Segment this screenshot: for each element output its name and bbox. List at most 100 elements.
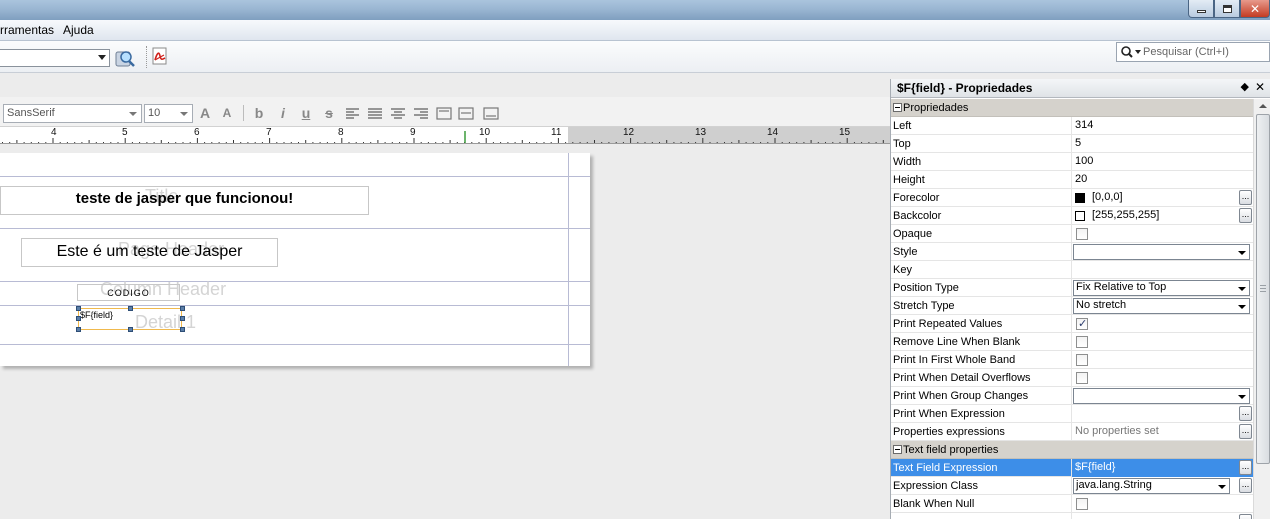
property-value-cell[interactable] [1071,261,1253,279]
property-dropdown[interactable] [1073,244,1250,260]
property-value-cell[interactable]: 314 [1071,117,1253,135]
property-row[interactable]: Remove Line When Blank [891,333,1253,351]
ellipsis-button[interactable]: ... [1239,514,1252,519]
scrollbar-thumb[interactable] [1256,114,1270,464]
resize-handle[interactable] [76,316,81,321]
property-row[interactable]: Left 314 [891,117,1253,135]
property-row[interactable]: Height 20 [891,171,1253,189]
property-row[interactable]: Stretch Type No stretch [891,297,1253,315]
bold-icon[interactable]: b [251,106,267,121]
page-header-static-text[interactable]: Este é um teste de Jasper [21,238,278,267]
property-row[interactable]: Key [891,261,1253,279]
resize-handle[interactable] [76,327,81,332]
underline-icon[interactable]: u [298,106,314,121]
align-bottom-icon[interactable] [482,106,500,121]
ellipsis-button[interactable]: ... [1239,208,1252,223]
property-value-cell[interactable] [1071,243,1253,261]
property-dropdown[interactable]: No stretch [1073,298,1250,314]
close-button[interactable]: ✕ [1240,0,1270,18]
close-panel-icon[interactable]: ✕ [1255,80,1265,94]
property-row[interactable]: Expression Class java.lang.String... [891,477,1253,495]
property-row[interactable]: Print When Detail Overflows [891,369,1253,387]
search-box[interactable] [1116,42,1270,62]
pdf-export-icon[interactable] [151,47,169,65]
font-size-combo[interactable]: 10 [144,104,193,123]
property-value-cell[interactable]: Fix Relative to Top [1071,279,1253,297]
property-row[interactable]: Forecolor [0,0,0]... [891,189,1253,207]
property-checkbox[interactable] [1076,317,1088,330]
strikethrough-icon[interactable]: s [321,106,337,121]
resize-handle[interactable] [180,316,185,321]
property-value-cell[interactable]: ... [1071,513,1253,519]
property-value-cell[interactable]: 100 [1071,153,1253,171]
property-value-cell[interactable]: 5 [1071,135,1253,153]
property-row[interactable]: ... [891,513,1253,519]
property-checkbox[interactable] [1076,372,1088,384]
preview-magnifier-icon[interactable] [113,46,137,70]
property-value-cell[interactable] [1071,495,1253,513]
decrease-font-icon[interactable]: A [219,106,235,121]
resize-handle[interactable] [128,327,133,332]
font-name-combo[interactable]: SansSerif [3,104,142,123]
collapse-icon[interactable] [893,445,902,454]
property-value-cell[interactable]: [0,0,0]... [1071,189,1253,207]
ellipsis-button[interactable]: ... [1239,406,1252,421]
maximize-button[interactable] [1214,0,1240,18]
ellipsis-button[interactable]: ... [1239,424,1252,439]
property-value-cell[interactable]: No properties set... [1071,423,1253,441]
property-value-cell[interactable] [1071,387,1253,405]
report-page[interactable]: Title Page Header Column Header Detail 1… [0,153,590,366]
property-row[interactable]: Top 5 [891,135,1253,153]
property-value-cell[interactable]: [255,255,255]... [1071,207,1253,225]
property-value-cell[interactable]: $F{field}... [1071,459,1253,477]
italic-icon[interactable]: i [275,106,291,121]
property-dropdown[interactable]: Fix Relative to Top [1073,280,1250,296]
property-category[interactable]: Text field properties [891,441,1253,459]
pin-icon[interactable]: ◆ [1241,80,1249,93]
property-value-cell[interactable] [1071,333,1253,351]
resize-handle[interactable] [180,327,185,332]
property-checkbox[interactable] [1076,336,1088,348]
property-category[interactable]: Propriedades [891,99,1253,117]
property-row[interactable]: Print When Group Changes [891,387,1253,405]
property-checkbox[interactable] [1076,354,1088,366]
property-value-cell[interactable]: java.lang.String... [1071,477,1253,495]
configuration-combo[interactable] [0,49,110,67]
collapse-icon[interactable] [893,103,902,112]
property-row[interactable]: Properties expressions No properties set.… [891,423,1253,441]
title-static-text[interactable]: teste de jasper que funcionou! [0,186,369,215]
increase-font-icon[interactable]: A [197,106,213,121]
property-row[interactable]: Text Field Expression $F{field}... [891,459,1253,477]
property-row[interactable]: Backcolor [255,255,255]... [891,207,1253,225]
ellipsis-button[interactable]: ... [1239,190,1252,205]
property-checkbox[interactable] [1076,228,1088,240]
resize-handle[interactable] [76,306,81,311]
ellipsis-button[interactable]: ... [1239,478,1252,493]
menu-ajuda[interactable]: Ajuda [63,23,94,37]
property-row[interactable]: Blank When Null [891,495,1253,513]
scroll-up-icon[interactable] [1256,99,1270,113]
ellipsis-button[interactable]: ... [1239,460,1252,475]
property-value-cell[interactable] [1071,315,1253,333]
property-dropdown[interactable] [1073,388,1250,404]
properties-scrollbar[interactable] [1253,99,1270,519]
property-value-cell[interactable] [1071,225,1253,243]
property-value-cell[interactable]: ... [1071,405,1253,423]
property-row[interactable]: Print Repeated Values [891,315,1253,333]
property-row[interactable]: Position Type Fix Relative to Top [891,279,1253,297]
property-checkbox[interactable] [1076,498,1088,510]
column-header-codigo[interactable]: CODIGO [77,284,180,301]
property-row[interactable]: Print In First Whole Band [891,351,1253,369]
resize-handle[interactable] [128,306,133,311]
property-value-cell[interactable]: 20 [1071,171,1253,189]
property-value-cell[interactable] [1071,351,1253,369]
property-value-cell[interactable]: No stretch [1071,297,1253,315]
property-dropdown[interactable]: java.lang.String [1073,478,1230,494]
resize-handle[interactable] [180,306,185,311]
menu-ferramentas[interactable]: rramentas [0,23,54,37]
search-input[interactable] [1143,44,1267,60]
property-row[interactable]: Style [891,243,1253,261]
property-row[interactable]: Print When Expression... [891,405,1253,423]
property-row[interactable]: Opaque [891,225,1253,243]
minimize-button[interactable] [1188,0,1214,18]
